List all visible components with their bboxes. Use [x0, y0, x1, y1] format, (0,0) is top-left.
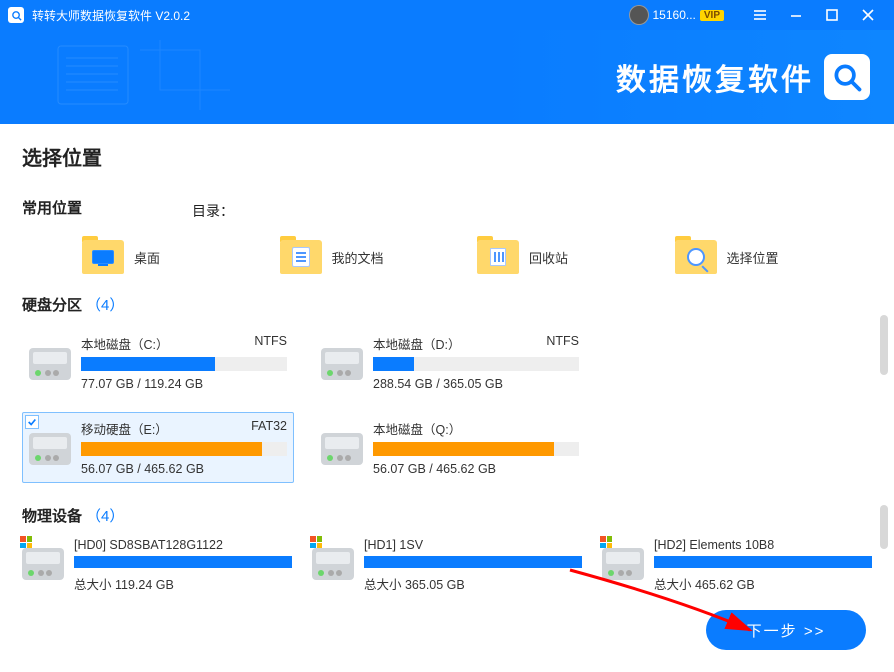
partition-item[interactable]: 本地磁盘（D:） NTFS 288.54 GB / 365.05 GB	[314, 327, 586, 398]
partition-name: 本地磁盘（C:）	[81, 334, 169, 353]
windows-icon	[600, 536, 612, 548]
directory-label: 目录：	[192, 201, 234, 221]
partition-fs: NTFS	[254, 334, 287, 353]
physical-name: [HD2] Elements 10B8	[654, 538, 872, 552]
titlebar: 转转大师数据恢复软件 V2.0.2 15160... VIP	[0, 0, 894, 30]
maximize-button[interactable]	[814, 0, 850, 30]
usage-bar	[364, 556, 582, 568]
page-title: 选择位置	[22, 142, 872, 171]
partition-size: 77.07 GB / 119.24 GB	[81, 377, 287, 391]
physical-device-item[interactable]: [HD2] Elements 10B8 总大小 465.62 GB	[602, 538, 872, 593]
scrollbar-thumb[interactable]	[880, 505, 888, 549]
recycle-icon	[490, 248, 506, 266]
physical-name: [HD1] 1SV	[364, 538, 582, 552]
partition-name: 本地磁盘（Q:）	[373, 419, 461, 438]
drive-icon	[321, 348, 363, 380]
common-locations: 桌面 我的文档 回收站 选择位置	[22, 240, 872, 274]
partitions-count: （4）	[86, 297, 124, 314]
physical-size: 总大小 465.62 GB	[654, 574, 872, 593]
physical-size: 总大小 119.24 GB	[74, 574, 292, 593]
partition-size: 56.07 GB / 465.62 GB	[373, 462, 579, 476]
common-documents[interactable]: 我的文档	[280, 240, 478, 274]
windows-icon	[310, 536, 322, 548]
common-item-label: 我的文档	[332, 248, 384, 267]
user-name: 15160...	[653, 8, 696, 22]
folder-icon	[477, 240, 519, 274]
app-logo-icon	[8, 7, 24, 23]
windows-icon	[20, 536, 32, 548]
next-button[interactable]: 下一步 >>	[706, 610, 866, 650]
physical-device-item[interactable]: [HD1] 1SV 总大小 365.05 GB	[312, 538, 582, 593]
partition-size: 288.54 GB / 365.05 GB	[373, 377, 579, 391]
partition-item[interactable]: 本地磁盘（C:） NTFS 77.07 GB / 119.24 GB	[22, 327, 294, 398]
drive-icon	[22, 548, 64, 580]
folder-icon	[675, 240, 717, 274]
physical-size: 总大小 365.05 GB	[364, 574, 582, 593]
usage-bar	[81, 442, 287, 456]
usage-bar	[74, 556, 292, 568]
brand-text: 数据恢复软件	[616, 55, 814, 99]
physical-count: （4）	[86, 508, 124, 525]
usage-bar	[81, 357, 287, 371]
physical-device-item[interactable]: [HD0] SD8SBAT128G1122 总大小 119.24 GB	[22, 538, 292, 593]
user-area[interactable]: 15160... VIP	[629, 5, 725, 25]
physical-section-label: 物理设备（4）	[22, 505, 872, 526]
drive-icon	[321, 433, 363, 465]
partitions-grid: 本地磁盘（C:） NTFS 77.07 GB / 119.24 GB 本地磁盘（D…	[22, 327, 872, 483]
documents-icon	[292, 247, 310, 267]
usage-bar	[654, 556, 872, 568]
drive-icon	[602, 548, 644, 580]
drive-icon	[29, 348, 71, 380]
physical-label-text: 物理设备	[22, 508, 82, 525]
partitions-section-label: 硬盘分区（4）	[22, 294, 872, 315]
partition-size: 56.07 GB / 465.62 GB	[81, 462, 287, 476]
folder-icon	[82, 240, 124, 274]
common-item-label: 选择位置	[727, 248, 779, 267]
partition-fs: NTFS	[546, 334, 579, 353]
app-title: 转转大师数据恢复软件 V2.0.2	[32, 7, 629, 24]
search-icon	[687, 248, 705, 266]
common-desktop[interactable]: 桌面	[82, 240, 280, 274]
menu-button[interactable]	[742, 0, 778, 30]
drive-icon	[312, 548, 354, 580]
close-button[interactable]	[850, 0, 886, 30]
checkbox-icon	[25, 415, 39, 429]
vip-badge: VIP	[700, 10, 724, 21]
common-item-label: 桌面	[134, 248, 160, 267]
common-section-label: 常用位置	[22, 197, 82, 218]
desktop-icon	[92, 250, 114, 264]
brand-icon	[824, 54, 870, 100]
partition-name: 本地磁盘（D:）	[373, 334, 461, 353]
partition-fs: FAT32	[251, 419, 287, 438]
folder-icon	[280, 240, 322, 274]
content-area: 选择位置 常用位置 目录： 桌面 我的文档 回收站 选择位置 硬盘分区（4） 本…	[0, 124, 894, 672]
physical-grid: [HD0] SD8SBAT128G1122 总大小 119.24 GB [HD1…	[22, 538, 872, 593]
banner-decoration	[50, 40, 250, 120]
banner: 数据恢复软件	[0, 30, 894, 124]
physical-name: [HD0] SD8SBAT128G1122	[74, 538, 292, 552]
usage-bar	[373, 357, 579, 371]
partitions-label-text: 硬盘分区	[22, 297, 82, 314]
partition-name: 移动硬盘（E:）	[81, 419, 168, 438]
partition-item[interactable]: 本地磁盘（Q:） 56.07 GB / 465.62 GB	[314, 412, 586, 483]
drive-icon	[29, 433, 71, 465]
common-browse[interactable]: 选择位置	[675, 240, 873, 274]
minimize-button[interactable]	[778, 0, 814, 30]
avatar	[629, 5, 649, 25]
scrollbar-thumb[interactable]	[880, 315, 888, 375]
common-recycle[interactable]: 回收站	[477, 240, 675, 274]
usage-bar	[373, 442, 579, 456]
common-item-label: 回收站	[529, 248, 568, 267]
partition-item[interactable]: 移动硬盘（E:） FAT32 56.07 GB / 465.62 GB	[22, 412, 294, 483]
